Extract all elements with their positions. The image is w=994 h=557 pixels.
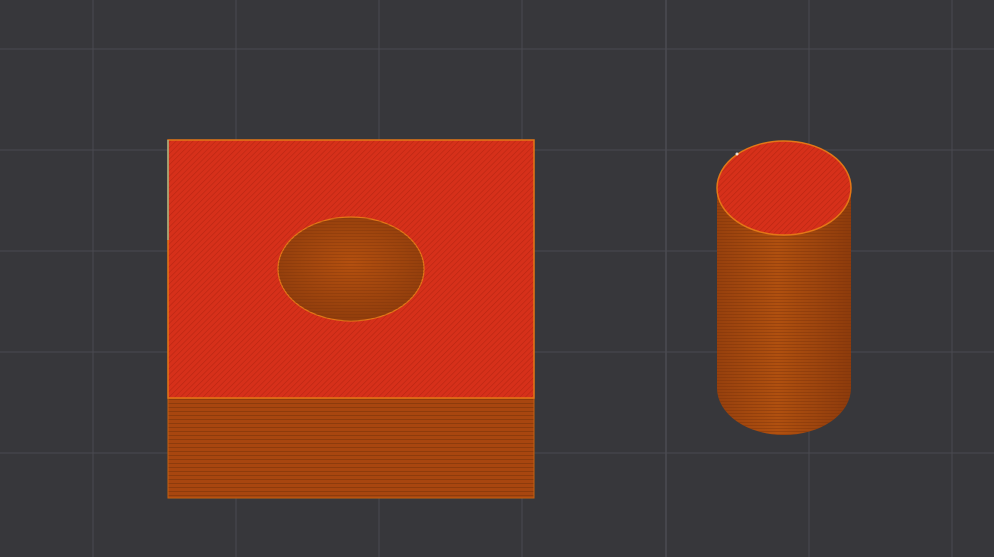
cylinder[interactable] bbox=[716, 140, 852, 435]
block-hole-rings bbox=[278, 217, 424, 321]
scene-canvas[interactable] bbox=[0, 0, 994, 557]
3d-viewport[interactable] bbox=[0, 0, 994, 557]
block-with-hole[interactable] bbox=[167, 139, 535, 499]
block-side-wall bbox=[167, 397, 535, 499]
cylinder-seam-marker bbox=[735, 152, 739, 156]
